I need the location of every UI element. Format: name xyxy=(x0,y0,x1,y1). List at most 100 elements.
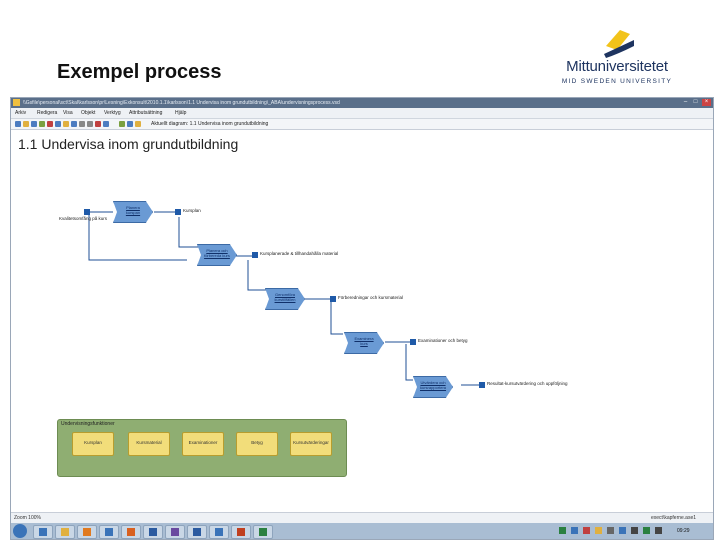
legend-item[interactable]: Examinationer xyxy=(182,432,224,456)
start-label: Kvalitetsomfång på kurs xyxy=(59,216,108,221)
output-marker-1[interactable] xyxy=(175,209,181,215)
battery-icon[interactable] xyxy=(631,527,638,534)
taskbar-clock[interactable]: 09:29 xyxy=(677,523,690,539)
taskbar-app-browser[interactable] xyxy=(33,525,53,539)
menu-item-hjalp[interactable]: Hjälp xyxy=(175,108,186,118)
network-icon[interactable] xyxy=(559,527,566,534)
window-titlebar: \\Gsfile\personal\sct\Skal\karlsson\pr\L… xyxy=(11,98,713,108)
redo-icon[interactable] xyxy=(87,121,93,127)
menu-item-verktyg[interactable]: Verktyg xyxy=(104,108,121,118)
undo-icon[interactable] xyxy=(79,121,85,127)
legend-item-label: Kursmaterial xyxy=(136,440,162,445)
process-step-4-label: Examinera kurs xyxy=(354,336,374,346)
minimize-button[interactable]: – xyxy=(681,99,690,106)
user-status: exect\kapferne.ase1 xyxy=(651,515,697,521)
breadcrumb: Aktuellt diagram: 1.1 Undervisa inom gru… xyxy=(151,121,269,127)
wifi-icon[interactable] xyxy=(643,527,650,534)
process-step-2-label: Planera och förbereda kurs xyxy=(204,248,230,258)
outlook-icon xyxy=(149,528,157,536)
output-label-1: Kursplan xyxy=(183,208,201,213)
menu-item-visa[interactable]: Visa xyxy=(63,108,73,118)
maximize-button[interactable]: □ xyxy=(691,99,700,106)
legend-item-label: Kursplan xyxy=(84,440,102,445)
taskbar-app-outlook[interactable] xyxy=(143,525,163,539)
folder-icon xyxy=(61,528,69,536)
volume-icon[interactable] xyxy=(655,527,662,534)
save-icon[interactable] xyxy=(31,121,37,127)
delete-icon[interactable] xyxy=(47,121,53,127)
taskbar-app-media[interactable] xyxy=(77,525,97,539)
process-step-1[interactable]: Planera kurspan xyxy=(113,201,153,223)
output-label-2: Kursplanerade & tillhandahålla material xyxy=(260,251,339,256)
process-step-3-label: Genomföra kurstillfällen xyxy=(274,292,296,302)
visio-icon xyxy=(215,528,223,536)
update-icon[interactable] xyxy=(595,527,602,534)
cut-icon[interactable] xyxy=(55,121,61,127)
back-icon[interactable] xyxy=(119,121,125,127)
menu-item-attributsattning[interactable]: Attributsättning xyxy=(129,108,162,118)
window-path: \\Gsfile\personal\sct\Skal\karlsson\pr\L… xyxy=(23,100,340,106)
legend-panel: Undervisningsfunktioner Kursplan Kursmat… xyxy=(57,419,347,477)
copy-icon[interactable] xyxy=(63,121,69,127)
logo-name: Mittuniversitetet xyxy=(566,58,668,75)
taskbar-app-excel[interactable] xyxy=(253,525,273,539)
diagram-canvas: 1.1 Undervisa inom grundutbildning Kvali… xyxy=(11,130,713,512)
stop-icon[interactable] xyxy=(95,121,101,127)
process-step-3[interactable]: Genomföra kurstillfällen xyxy=(265,288,305,310)
taskbar-app-mail[interactable] xyxy=(99,525,119,539)
new-icon[interactable] xyxy=(15,121,21,127)
zoom-status: Zoom 100% xyxy=(14,515,41,521)
logo-subtitle: MID SWEDEN UNIVERSITY xyxy=(561,78,673,85)
browser-icon xyxy=(39,528,47,536)
up-icon[interactable] xyxy=(135,121,141,127)
close-button[interactable]: × xyxy=(702,99,711,106)
legend-item-label: Kursutvärderingar xyxy=(293,440,329,445)
output-marker-3[interactable] xyxy=(330,296,336,302)
menu-item-redigera[interactable]: Redigera xyxy=(37,108,57,118)
legend-title: Undervisningsfunktioner xyxy=(61,421,115,427)
taskbar-app-visio[interactable] xyxy=(209,525,229,539)
taskbar-app-word[interactable] xyxy=(187,525,207,539)
output-label-3: Förberedningar och kursmaterial xyxy=(338,295,404,300)
print-icon[interactable] xyxy=(39,121,45,127)
bluetooth-icon[interactable] xyxy=(619,527,626,534)
application-window: \\Gsfile\personal\sct\Skal\karlsson\pr\L… xyxy=(10,97,714,540)
word-icon xyxy=(193,528,201,536)
output-marker-2[interactable] xyxy=(252,252,258,258)
output-label-5: Resultat-kursutvärdering och uppföljning xyxy=(487,381,568,386)
process-step-5-label: Utvärdera och kursrapportera xyxy=(420,380,447,390)
menu-item-objekt[interactable]: Objekt xyxy=(81,108,95,118)
menu-item-arkiv[interactable]: Arkiv xyxy=(15,108,26,118)
process-step-5[interactable]: Utvärdera och kursrapportera xyxy=(413,376,453,398)
legend-item-label: Examinationer xyxy=(188,440,218,445)
security-icon[interactable] xyxy=(583,527,590,534)
output-marker-5[interactable] xyxy=(479,382,485,388)
start-button[interactable] xyxy=(13,524,27,538)
sync-icon[interactable] xyxy=(571,527,578,534)
taskbar-app-chat[interactable] xyxy=(165,525,185,539)
legend-item[interactable]: Betyg xyxy=(236,432,278,456)
logo-mark-icon xyxy=(604,30,634,58)
status-bar: Zoom 100% exect\kapferne.ase1 xyxy=(11,512,713,523)
taskbar-app-powerpoint[interactable] xyxy=(231,525,251,539)
taskbar-app-firefox[interactable] xyxy=(121,525,141,539)
forward-icon[interactable] xyxy=(127,121,133,127)
legend-item[interactable]: Kursplan xyxy=(72,432,114,456)
zoom-icon[interactable] xyxy=(103,121,109,127)
output-marker-4[interactable] xyxy=(410,339,416,345)
paste-icon[interactable] xyxy=(71,121,77,127)
firefox-icon xyxy=(127,528,135,536)
legend-item[interactable]: Kursmaterial xyxy=(128,432,170,456)
excel-icon xyxy=(259,528,267,536)
start-event[interactable] xyxy=(84,209,90,215)
process-step-2[interactable]: Planera och förbereda kurs xyxy=(197,244,237,266)
open-icon[interactable] xyxy=(23,121,29,127)
printer-icon[interactable] xyxy=(607,527,614,534)
legend-item[interactable]: Kursutvärderingar xyxy=(290,432,332,456)
taskbar-app-explorer[interactable] xyxy=(55,525,75,539)
process-step-4[interactable]: Examinera kurs xyxy=(344,332,384,354)
university-logo: Mittuniversitetet MID SWEDEN UNIVERSITY xyxy=(552,26,682,88)
app-icon xyxy=(13,99,20,106)
media-icon xyxy=(83,528,91,536)
output-label-4: Examinationer och betyg xyxy=(418,338,468,343)
